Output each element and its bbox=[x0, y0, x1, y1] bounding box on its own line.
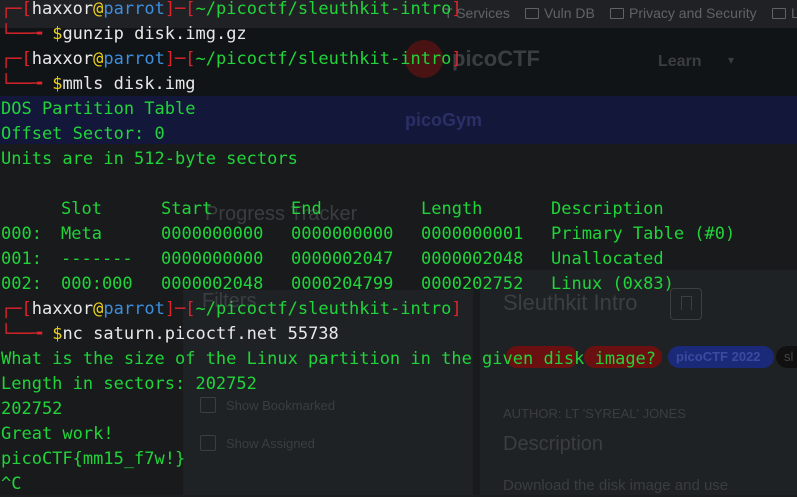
terminal-command: └──╼ $nc saturn.picoctf.net 55738 bbox=[1, 324, 339, 344]
partition-row-start: 0000000000 bbox=[161, 224, 264, 244]
terminal-prompt: ┌─[haxxor@parrot]─[~/picoctf/sleuthkit-i… bbox=[1, 0, 462, 19]
partition-row-start: 0000002048 bbox=[161, 274, 264, 294]
column-header-length: Length bbox=[421, 199, 483, 219]
partition-row-slot: ------- bbox=[61, 249, 133, 269]
terminal-window[interactable]: ┌─[haxxor@parrot]─[~/picoctf/sleuthkit-i… bbox=[0, 0, 797, 495]
column-header-start: Start bbox=[161, 199, 213, 219]
output-line: 202752 bbox=[1, 399, 63, 419]
output-line: Units are in 512-byte sectors bbox=[1, 149, 298, 169]
output-line: Great work! bbox=[1, 424, 114, 444]
partition-row-length: 0000002048 bbox=[421, 249, 524, 269]
partition-row-desc: Primary Table (#0) bbox=[551, 224, 736, 244]
partition-row-slot: Meta bbox=[61, 224, 102, 244]
terminal-command: └──╼ $mmls disk.img bbox=[1, 74, 196, 94]
partition-row-idx: 001: bbox=[1, 249, 42, 269]
partition-row-idx: 002: bbox=[1, 274, 42, 294]
partition-row-desc: Unallocated bbox=[551, 249, 664, 269]
prompt-host: parrot bbox=[103, 0, 165, 19]
output-line: Offset Sector: 0 bbox=[1, 124, 165, 144]
partition-row-idx: 000: bbox=[1, 224, 42, 244]
partition-row-start: 0000000000 bbox=[161, 249, 264, 269]
partition-row-end: 0000000000 bbox=[291, 224, 394, 244]
output-line: ^C bbox=[1, 474, 22, 494]
prompt-user: haxxor bbox=[31, 0, 94, 19]
output-line: What is the size of the Linux partition … bbox=[1, 349, 657, 369]
flag-output: picoCTF{mm15_f7w!} bbox=[1, 449, 186, 469]
terminal-command: └──╼ $gunzip disk.img.gz bbox=[1, 24, 247, 44]
terminal-prompt: ┌─[haxxor@parrot]─[~/picoctf/sleuthkit-i… bbox=[1, 49, 462, 69]
partition-row-length: 0000202752 bbox=[421, 274, 524, 294]
partition-row-end: 0000204799 bbox=[291, 274, 394, 294]
column-header-slot: Slot bbox=[61, 199, 102, 219]
partition-row-slot: 000:000 bbox=[61, 274, 133, 294]
partition-row-desc: Linux (0x83) bbox=[551, 274, 674, 294]
partition-row-end: 0000002047 bbox=[291, 249, 394, 269]
prompt-path: ~/picoctf/sleuthkit-intro bbox=[195, 0, 452, 19]
output-line: DOS Partition Table bbox=[1, 99, 196, 119]
terminal-prompt: ┌─[haxxor@parrot]─[~/picoctf/sleuthkit-i… bbox=[1, 299, 462, 319]
column-header-description: Description bbox=[551, 199, 664, 219]
output-line: Length in sectors: 202752 bbox=[1, 374, 257, 394]
column-header-end: End bbox=[291, 199, 322, 219]
partition-row-length: 0000000001 bbox=[421, 224, 524, 244]
